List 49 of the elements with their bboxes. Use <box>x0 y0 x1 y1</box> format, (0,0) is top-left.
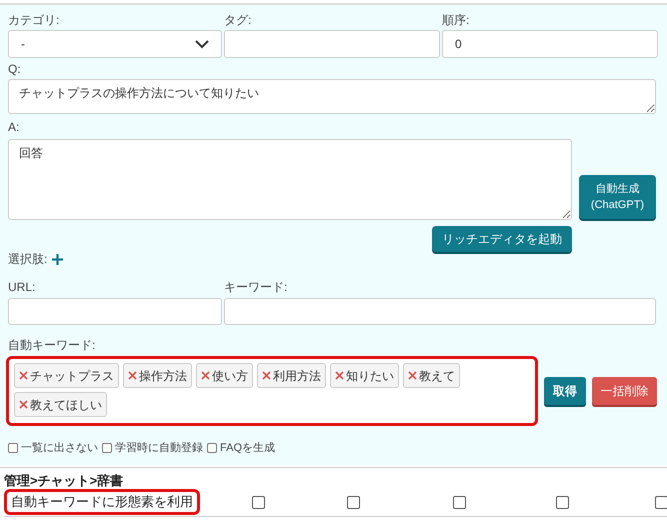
checkbox-label: 学習時に自動登録 <box>115 441 203 456</box>
setting-label: 自動キーワードに形態素を利用 <box>4 489 200 515</box>
checkbox[interactable] <box>8 443 18 454</box>
checkbox[interactable] <box>102 443 112 454</box>
field-label: キーワード: <box>224 280 288 295</box>
field-label: 順序: <box>442 13 470 28</box>
tag-label: チャットプラス <box>30 368 114 384</box>
field-label: URL: <box>8 280 36 295</box>
rich-editor-button[interactable]: リッチエディタを起動 <box>432 226 572 252</box>
input-field[interactable] <box>224 298 656 325</box>
delete-all-button[interactable]: 一括削除 <box>592 377 657 405</box>
checkbox[interactable] <box>453 496 466 508</box>
remove-icon[interactable] <box>335 371 344 380</box>
field-label: カテゴリ: <box>8 13 60 28</box>
field-label: タグ: <box>224 13 252 28</box>
section-title: 管理>チャット>辞書 <box>4 472 124 488</box>
remove-icon[interactable] <box>19 371 28 380</box>
fetch-button[interactable]: 取得 <box>544 377 586 405</box>
category-select[interactable]: - <box>8 30 222 58</box>
remove-icon[interactable] <box>262 371 271 380</box>
checkbox[interactable] <box>252 496 265 508</box>
answer-field[interactable]: 回答 <box>8 139 572 220</box>
question-field[interactable]: チャットプラスの操作方法について知りたい <box>8 79 656 114</box>
field-label: Q: <box>8 62 21 77</box>
tag-label: 利用方法 <box>273 368 321 384</box>
checkbox-label: FAQを生成 <box>220 441 276 456</box>
input-field[interactable]: 0 <box>442 30 658 58</box>
tag-label: 使い方 <box>212 368 248 384</box>
tag-label: 教えて <box>419 368 455 384</box>
field-label: 自動キーワード: <box>8 338 96 353</box>
input-field[interactable] <box>224 30 440 58</box>
tag-label: 教えてほしい <box>30 396 102 414</box>
checkbox[interactable] <box>556 496 569 508</box>
input-field[interactable] <box>8 298 222 325</box>
remove-icon[interactable] <box>408 371 417 380</box>
remove-icon[interactable] <box>128 371 137 380</box>
remove-icon[interactable] <box>201 371 210 380</box>
tag-label: 知りたい <box>346 368 394 384</box>
field-label: A: <box>8 120 20 135</box>
add-icon[interactable] <box>52 254 64 264</box>
checkbox[interactable] <box>207 443 217 454</box>
tag-label: 操作方法 <box>139 368 187 384</box>
chevron-down-icon <box>195 40 209 48</box>
checkbox-label: 一覧に出さない <box>21 441 98 456</box>
checkbox[interactable] <box>655 496 667 508</box>
auto-generate-button[interactable]: 自動生成 (ChatGPT) <box>579 175 656 219</box>
checkbox[interactable] <box>347 496 360 508</box>
remove-icon[interactable] <box>19 400 28 409</box>
field-label: 選択肢: <box>8 251 48 268</box>
